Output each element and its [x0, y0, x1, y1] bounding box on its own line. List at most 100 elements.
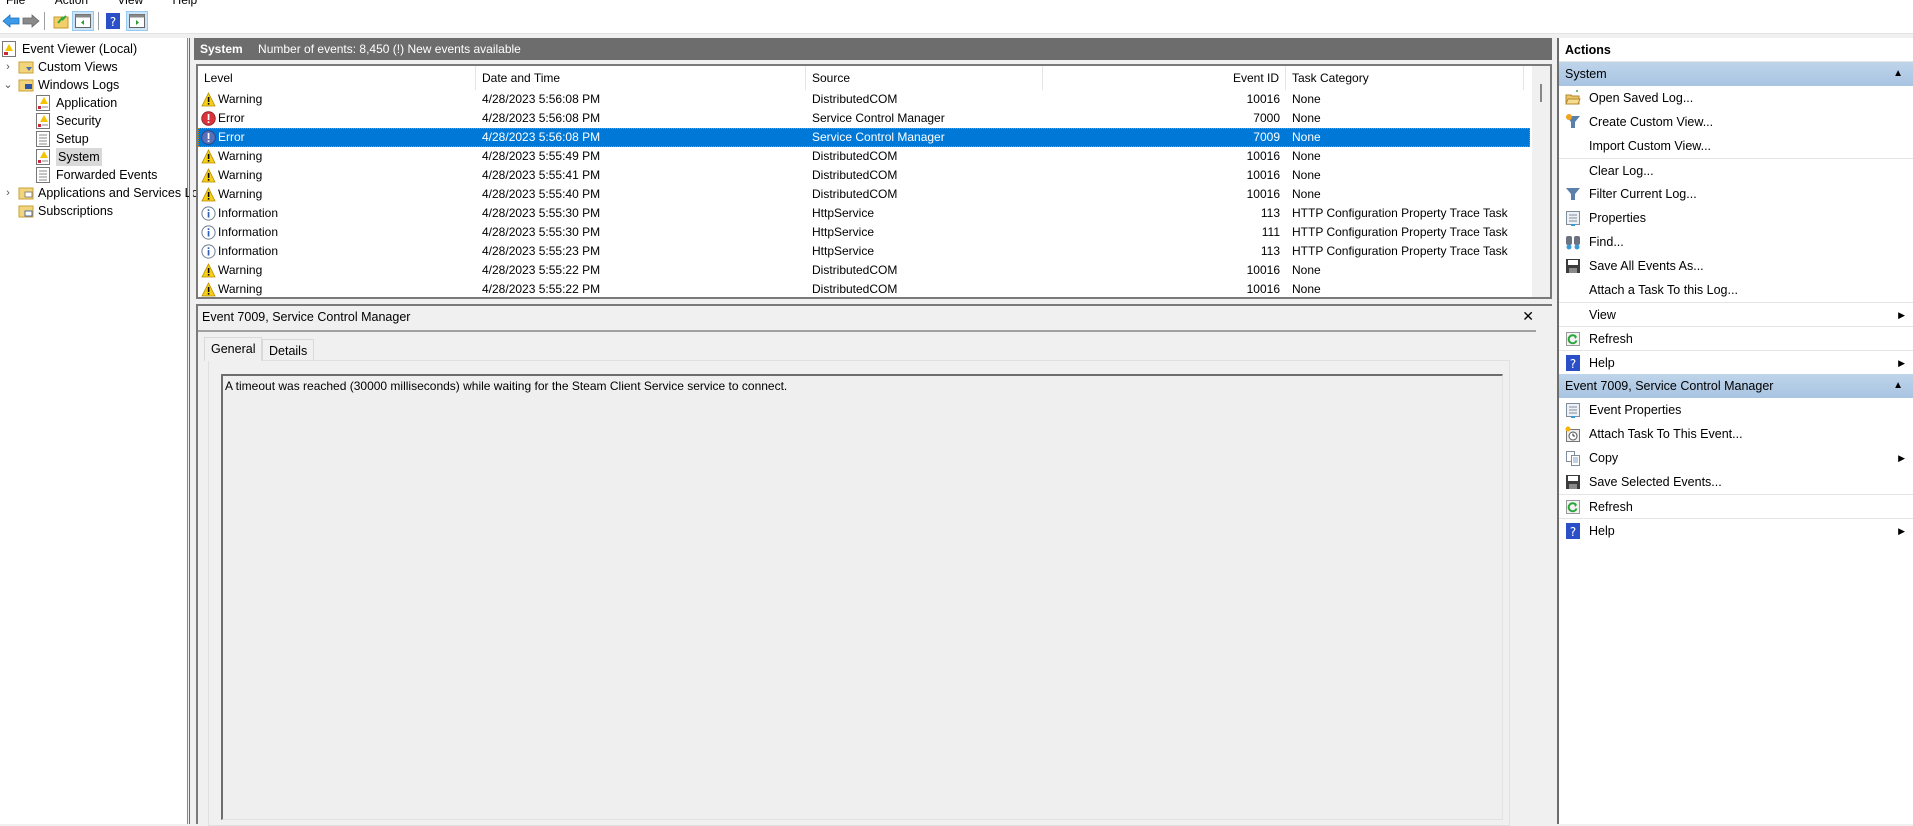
toolbar: ? — [0, 8, 1913, 34]
tree-item-windows-logs[interactable]: ⌄ Windows Logs — [2, 76, 119, 94]
cell-date-time: 4/28/2023 5:55:30 PM — [482, 225, 601, 239]
help-icon: ? — [1565, 355, 1581, 371]
tab-details[interactable]: Details — [262, 339, 315, 361]
actions-section-header[interactable]: System ▲ — [1559, 62, 1913, 86]
event-row[interactable]: Error 4/28/2023 5:56:08 PM Service Control… — [198, 128, 1530, 147]
cell-event-id: 7009 — [1253, 130, 1280, 144]
show-hide-console-tree-button[interactable] — [72, 11, 94, 31]
action-label: Help — [1589, 524, 1615, 538]
action-label: Copy — [1589, 451, 1619, 465]
event-row[interactable]: Warning 4/28/2023 5:55:40 PM DistributedCO… — [198, 185, 1530, 204]
show-hide-action-pane-button[interactable] — [126, 11, 148, 31]
tree-item-subscriptions[interactable]: Subscriptions — [18, 202, 113, 220]
action-create-custom-view[interactable]: Create Custom View... — [1559, 110, 1913, 134]
error-icon — [201, 111, 216, 126]
menu-file[interactable]: File — [6, 0, 25, 8]
list-scrollbar-thumb[interactable] — [1540, 84, 1542, 102]
tree-item-system[interactable]: System — [36, 148, 102, 166]
help-button[interactable]: ? — [102, 11, 124, 31]
tab-general[interactable]: General — [204, 337, 263, 361]
menu-help[interactable]: Help — [173, 0, 198, 8]
show-hide-action-pane-icon — [129, 14, 145, 28]
event-row[interactable]: Warning 4/28/2023 5:56:08 PM DistributedCO… — [198, 90, 1530, 109]
cell-event-id: 10016 — [1246, 263, 1280, 277]
cell-level: Warning — [218, 263, 263, 277]
tree-item-setup[interactable]: Setup — [36, 130, 89, 148]
column-header-date-time[interactable]: Date and Time — [476, 66, 806, 90]
action-refresh[interactable]: Refresh — [1559, 326, 1913, 350]
event-row[interactable]: Warning 4/28/2023 5:55:22 PM DistributedCO… — [198, 261, 1530, 280]
action-open-saved-log[interactable]: Open Saved Log... — [1559, 86, 1913, 110]
event-row[interactable]: Warning 4/28/2023 5:55:22 PM DistributedCO… — [198, 280, 1530, 297]
cell-task-category: None — [1292, 282, 1321, 296]
actions-section-title: Event 7009, Service Control Manager — [1565, 379, 1774, 393]
tree-item-security[interactable]: Security — [36, 112, 101, 130]
action-save-selected-events[interactable]: Save Selected Events... — [1559, 470, 1913, 494]
action-find[interactable]: Find... — [1559, 230, 1913, 254]
tree-item-applications-and-services-logs[interactable]: › Applications and Services Lo — [2, 184, 198, 202]
cell-task-category: None — [1292, 130, 1321, 144]
column-header-level[interactable]: Level — [198, 66, 476, 90]
console-tree: Event Viewer (Local) › Custom Views ⌄ Wi… — [0, 38, 199, 824]
cell-event-id: 111 — [1261, 225, 1280, 239]
action-attach-task-to-this-event[interactable]: Attach Task To This Event... — [1559, 422, 1913, 446]
event-row[interactable]: Information 4/28/2023 5:55:30 PM HttpServi… — [198, 223, 1530, 242]
column-header-source[interactable]: Source — [806, 66, 1043, 90]
information-icon — [201, 206, 216, 221]
collapse-triangle-icon[interactable]: ▲ — [1893, 374, 1903, 398]
submenu-arrow-icon: ▶ — [1898, 310, 1905, 320]
tree-item-custom-views[interactable]: › Custom Views — [2, 58, 118, 76]
back-button[interactable] — [0, 11, 22, 31]
column-header-event-id[interactable]: Event ID — [1043, 66, 1286, 90]
action-label: Open Saved Log... — [1589, 91, 1694, 105]
expand-chevron-icon[interactable]: › — [2, 58, 14, 76]
event-message-box[interactable]: A timeout was reached (30000 millisecond… — [221, 374, 1503, 820]
action-attach-a-task-to-this-log[interactable]: Attach a Task To this Log... — [1559, 278, 1913, 302]
collapse-triangle-icon[interactable]: ▲ — [1893, 62, 1903, 86]
cell-source: Service Control Manager — [812, 111, 945, 125]
close-details-button[interactable]: ✕ — [1522, 308, 1534, 325]
action-save-all-events-as[interactable]: Save All Events As... — [1559, 254, 1913, 278]
tree-root-event-viewer[interactable]: Event Viewer (Local) — [2, 40, 137, 58]
forward-icon — [22, 14, 40, 28]
cell-task-category: None — [1292, 111, 1321, 125]
action-refresh[interactable]: Refresh — [1559, 494, 1913, 518]
cell-date-time: 4/28/2023 5:55:49 PM — [482, 149, 601, 163]
event-row[interactable]: Warning 4/28/2023 5:55:49 PM DistributedCO… — [198, 147, 1530, 166]
event-row[interactable]: Error 4/28/2023 5:56:08 PM Service Control… — [198, 109, 1530, 128]
action-help[interactable]: ? Help ▶ — [1559, 518, 1913, 542]
action-help[interactable]: ? Help ▶ — [1559, 350, 1913, 374]
action-label: Filter Current Log... — [1589, 187, 1697, 201]
action-clear-log[interactable]: Clear Log... — [1559, 158, 1913, 182]
cell-date-time: 4/28/2023 5:55:41 PM — [482, 168, 601, 182]
folder-icon — [18, 185, 34, 201]
event-row[interactable]: Warning 4/28/2023 5:55:41 PM DistributedCO… — [198, 166, 1530, 185]
help-icon: ? — [106, 13, 120, 29]
action-copy[interactable]: Copy ▶ — [1559, 446, 1913, 470]
cell-level: Error — [218, 130, 245, 144]
action-properties[interactable]: Properties — [1559, 206, 1913, 230]
left-splitter[interactable] — [189, 38, 193, 824]
list-scrollbar[interactable] — [1532, 66, 1550, 297]
action-view[interactable]: View ▶ — [1559, 302, 1913, 326]
expand-chevron-icon[interactable]: › — [2, 184, 14, 202]
tree-item-application[interactable]: Application — [36, 94, 117, 112]
cell-task-category: None — [1292, 149, 1321, 163]
menu-view[interactable]: View — [117, 0, 143, 8]
event-row[interactable]: Information 4/28/2023 5:55:23 PM HttpServi… — [198, 242, 1530, 261]
action-label: Create Custom View... — [1589, 115, 1714, 129]
cell-level: Information — [218, 206, 279, 220]
column-header-task-category[interactable]: Task Category — [1286, 66, 1524, 90]
event-row[interactable]: Information 4/28/2023 5:55:30 PM HttpServi… — [198, 204, 1530, 223]
action-import-custom-view[interactable]: Import Custom View... — [1559, 134, 1913, 158]
up-folder-button[interactable] — [50, 11, 72, 31]
cell-event-id: 10016 — [1246, 92, 1280, 106]
properties-icon — [1565, 210, 1581, 226]
action-filter-current-log[interactable]: Filter Current Log... — [1559, 182, 1913, 206]
menu-action[interactable]: Action — [55, 0, 88, 8]
actions-section-header[interactable]: Event 7009, Service Control Manager ▲ — [1559, 374, 1913, 398]
collapse-chevron-icon[interactable]: ⌄ — [2, 76, 14, 94]
action-event-properties[interactable]: Event Properties — [1559, 398, 1913, 422]
forward-button[interactable] — [20, 11, 42, 31]
tree-item-forwarded-events[interactable]: Forwarded Events — [36, 166, 157, 184]
